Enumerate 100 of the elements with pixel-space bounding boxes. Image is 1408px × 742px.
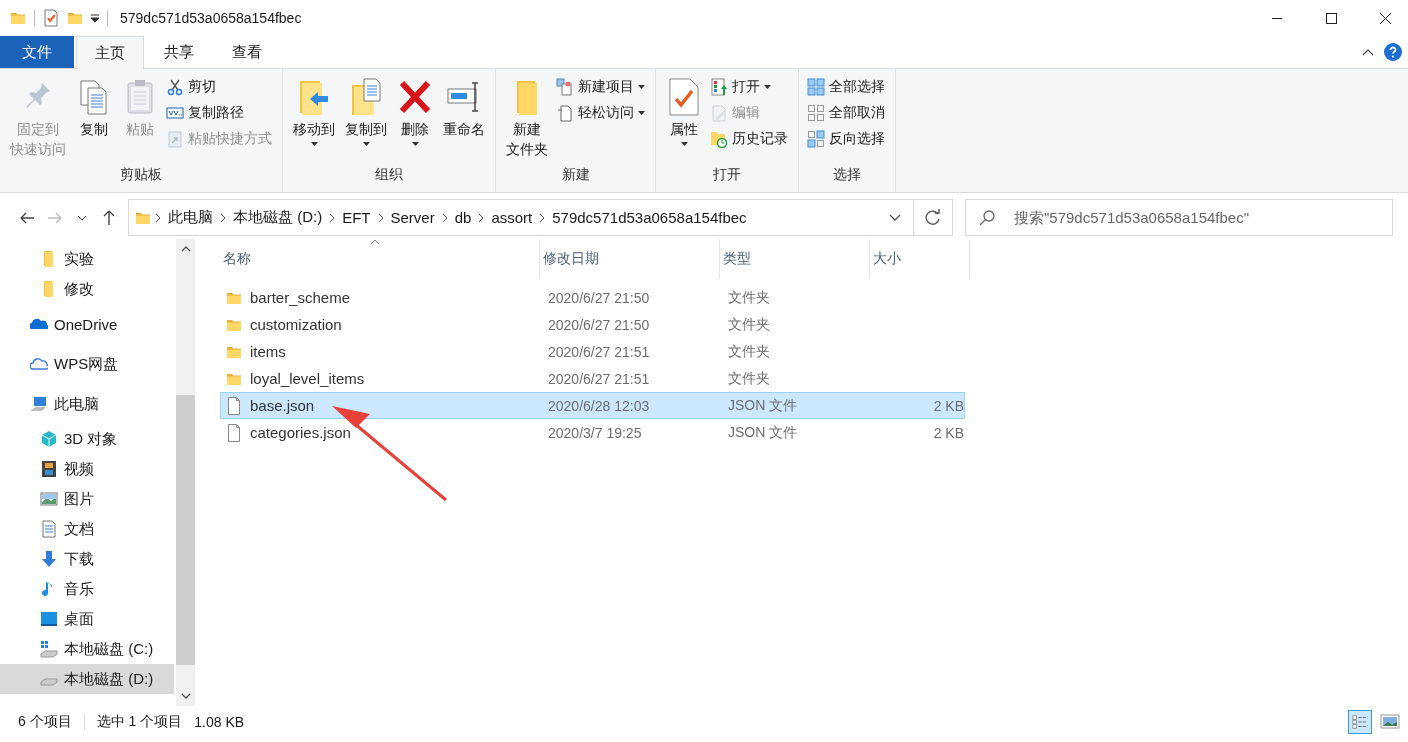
column-header[interactable]: 修改日期 [540,239,720,279]
sidebar-item[interactable]: 图片 [0,484,174,514]
group-label: 新建 [560,166,591,184]
chevron-icon [539,212,546,223]
sidebar-item[interactable]: WPS网盘 [0,344,174,384]
ribbon-button[interactable]: 全部选择 [807,75,889,99]
sidebar-item[interactable]: 3D 对象 [0,424,174,454]
scroll-up-icon[interactable] [180,246,191,252]
breadcrumb[interactable]: assort [488,209,536,226]
ribbon-button[interactable]: 复制 [72,75,116,166]
partial-grid-icon [807,130,825,148]
table-cell-text: 2020/3/7 19:25 [547,424,643,441]
download-icon [40,550,58,568]
breadcrumb[interactable]: EFT [339,209,374,226]
checked-document-icon[interactable] [43,9,59,27]
sidebar-item[interactable]: 此电脑 [0,384,174,424]
table-cell-text: 文件夹 [727,369,771,388]
ribbon-button[interactable]: 反向选择 [807,127,889,151]
sidebar-item[interactable]: 桌面 [0,604,174,634]
ribbon-button[interactable]: 移动到 [289,75,339,166]
file-row[interactable]: loyal_level_items 2020/6/27 21:51 文件夹 [220,365,965,392]
ribbon-button[interactable]: 复制路径 [166,101,276,125]
sidebar-item[interactable]: 修改 [0,274,174,304]
file-row[interactable]: barter_scheme 2020/6/27 21:50 文件夹 [220,284,965,311]
ribbon-button[interactable]: 重命名 [439,75,489,166]
open-icon [710,78,728,96]
details-list-icon [1352,714,1368,730]
ribbon-button[interactable]: 历史记录 [710,127,792,151]
ribbon-tab[interactable]: 查看 [214,36,280,68]
ribbon-button[interactable]: 剪切 [166,75,276,99]
history-icon [710,130,728,148]
cube-icon [40,430,58,448]
checked-document-icon [666,77,702,117]
right-arrow-icon [47,211,62,224]
group-label: 打开 [712,166,742,184]
breadcrumb[interactable]: 579dc571d53a0658a154fbec [549,209,750,226]
table-cell-text: JSON 文件 [727,396,799,415]
file-row[interactable]: categories.json 2020/3/7 19:25 JSON 文件 2 KB [220,419,965,446]
details-view-button[interactable] [1348,710,1372,734]
chevron-icon [377,212,384,223]
breadcrumb[interactable]: 本地磁盘 (D:) [230,208,326,227]
column-header[interactable]: 名称 [220,239,540,279]
file-row[interactable]: base.json 2020/6/28 12:03 JSON 文件 2 KB [220,392,965,419]
search-icon [979,210,995,226]
selection-count: 选中 1 个项目 [96,713,184,731]
collapse-icon[interactable] [1362,48,1374,56]
refresh-button[interactable] [914,199,953,236]
column-header[interactable]: 类型 [720,239,870,279]
item-count: 6 个项目 [18,713,73,731]
chevron-down-icon [76,214,87,221]
group-label: 组织 [374,166,404,184]
file-row[interactable]: customization 2020/6/27 21:50 文件夹 [220,311,965,338]
breadcrumb[interactable]: db [451,209,475,226]
dropdown-icon[interactable] [91,14,99,22]
search-field[interactable]: 搜索"579dc571d53a0658a154fbec" [965,199,1393,236]
folder-icon [10,10,26,26]
up-arrow-icon [102,209,115,226]
table-cell-text: 文件夹 [727,342,771,361]
sidebar-item[interactable]: 本地磁盘 (D:) [0,664,174,694]
scrollbar[interactable] [176,239,195,706]
picture-icon [1380,714,1400,730]
document-icon [556,104,574,122]
sidebar-item[interactable]: 实验 [0,244,174,274]
file-icon [226,396,242,415]
ribbon-button[interactable]: 打开 [710,75,792,99]
ribbon-button[interactable]: 删除 [393,75,437,166]
scissors-icon [166,78,184,96]
ribbon-button[interactable]: 属性 [662,75,706,166]
sidebar-item[interactable]: 本地磁盘 (C:) [0,634,174,664]
table-cell-text: 2 KB [932,424,965,441]
cloud-outline-icon [30,355,48,373]
table-cell-text: 2020/6/28 12:03 [547,397,651,414]
file-name: base.json [250,397,315,414]
scroll-down-icon[interactable] [180,693,191,699]
grid-icon [807,78,825,96]
ribbon-button[interactable]: 轻松访问 [556,101,649,125]
ribbon-button[interactable]: 全部取消 [807,101,889,125]
shortcut-icon [166,130,184,148]
sidebar-item[interactable]: 文档 [0,514,174,544]
ribbon-tab[interactable]: 主页 [76,36,144,69]
table-cell-text: 2 KB [932,397,965,414]
sidebar-item[interactable]: 音乐 [0,574,174,604]
breadcrumb[interactable]: 此电脑 [165,208,216,227]
ribbon-button[interactable]: 复制到 [341,75,391,166]
ribbon-tab[interactable]: 文件 [0,36,74,68]
column-header[interactable]: 大小 [870,239,970,279]
file-row[interactable]: items 2020/6/27 21:51 文件夹 [220,338,965,365]
left-arrow-icon [20,211,35,224]
help-icon[interactable] [1384,43,1402,61]
table-cell-text: 文件夹 [727,288,771,307]
sidebar-item[interactable]: OneDrive [0,304,174,344]
ribbon-button[interactable]: 新建项目 [556,75,649,99]
computer-icon [30,395,48,413]
ribbon-button[interactable]: 新建 文件夹 [502,75,552,166]
breadcrumb[interactable]: Server [387,209,438,226]
sidebar-item[interactable]: 视频 [0,454,174,484]
ribbon-tab[interactable]: 共享 [146,36,212,68]
sidebar-item[interactable]: 下载 [0,544,174,574]
address-bar[interactable]: 此电脑 本地磁盘 (D:) EFT Server db assort 579dc571d53a0658a154fbec [128,199,914,236]
chevron-down-icon[interactable] [889,213,901,222]
